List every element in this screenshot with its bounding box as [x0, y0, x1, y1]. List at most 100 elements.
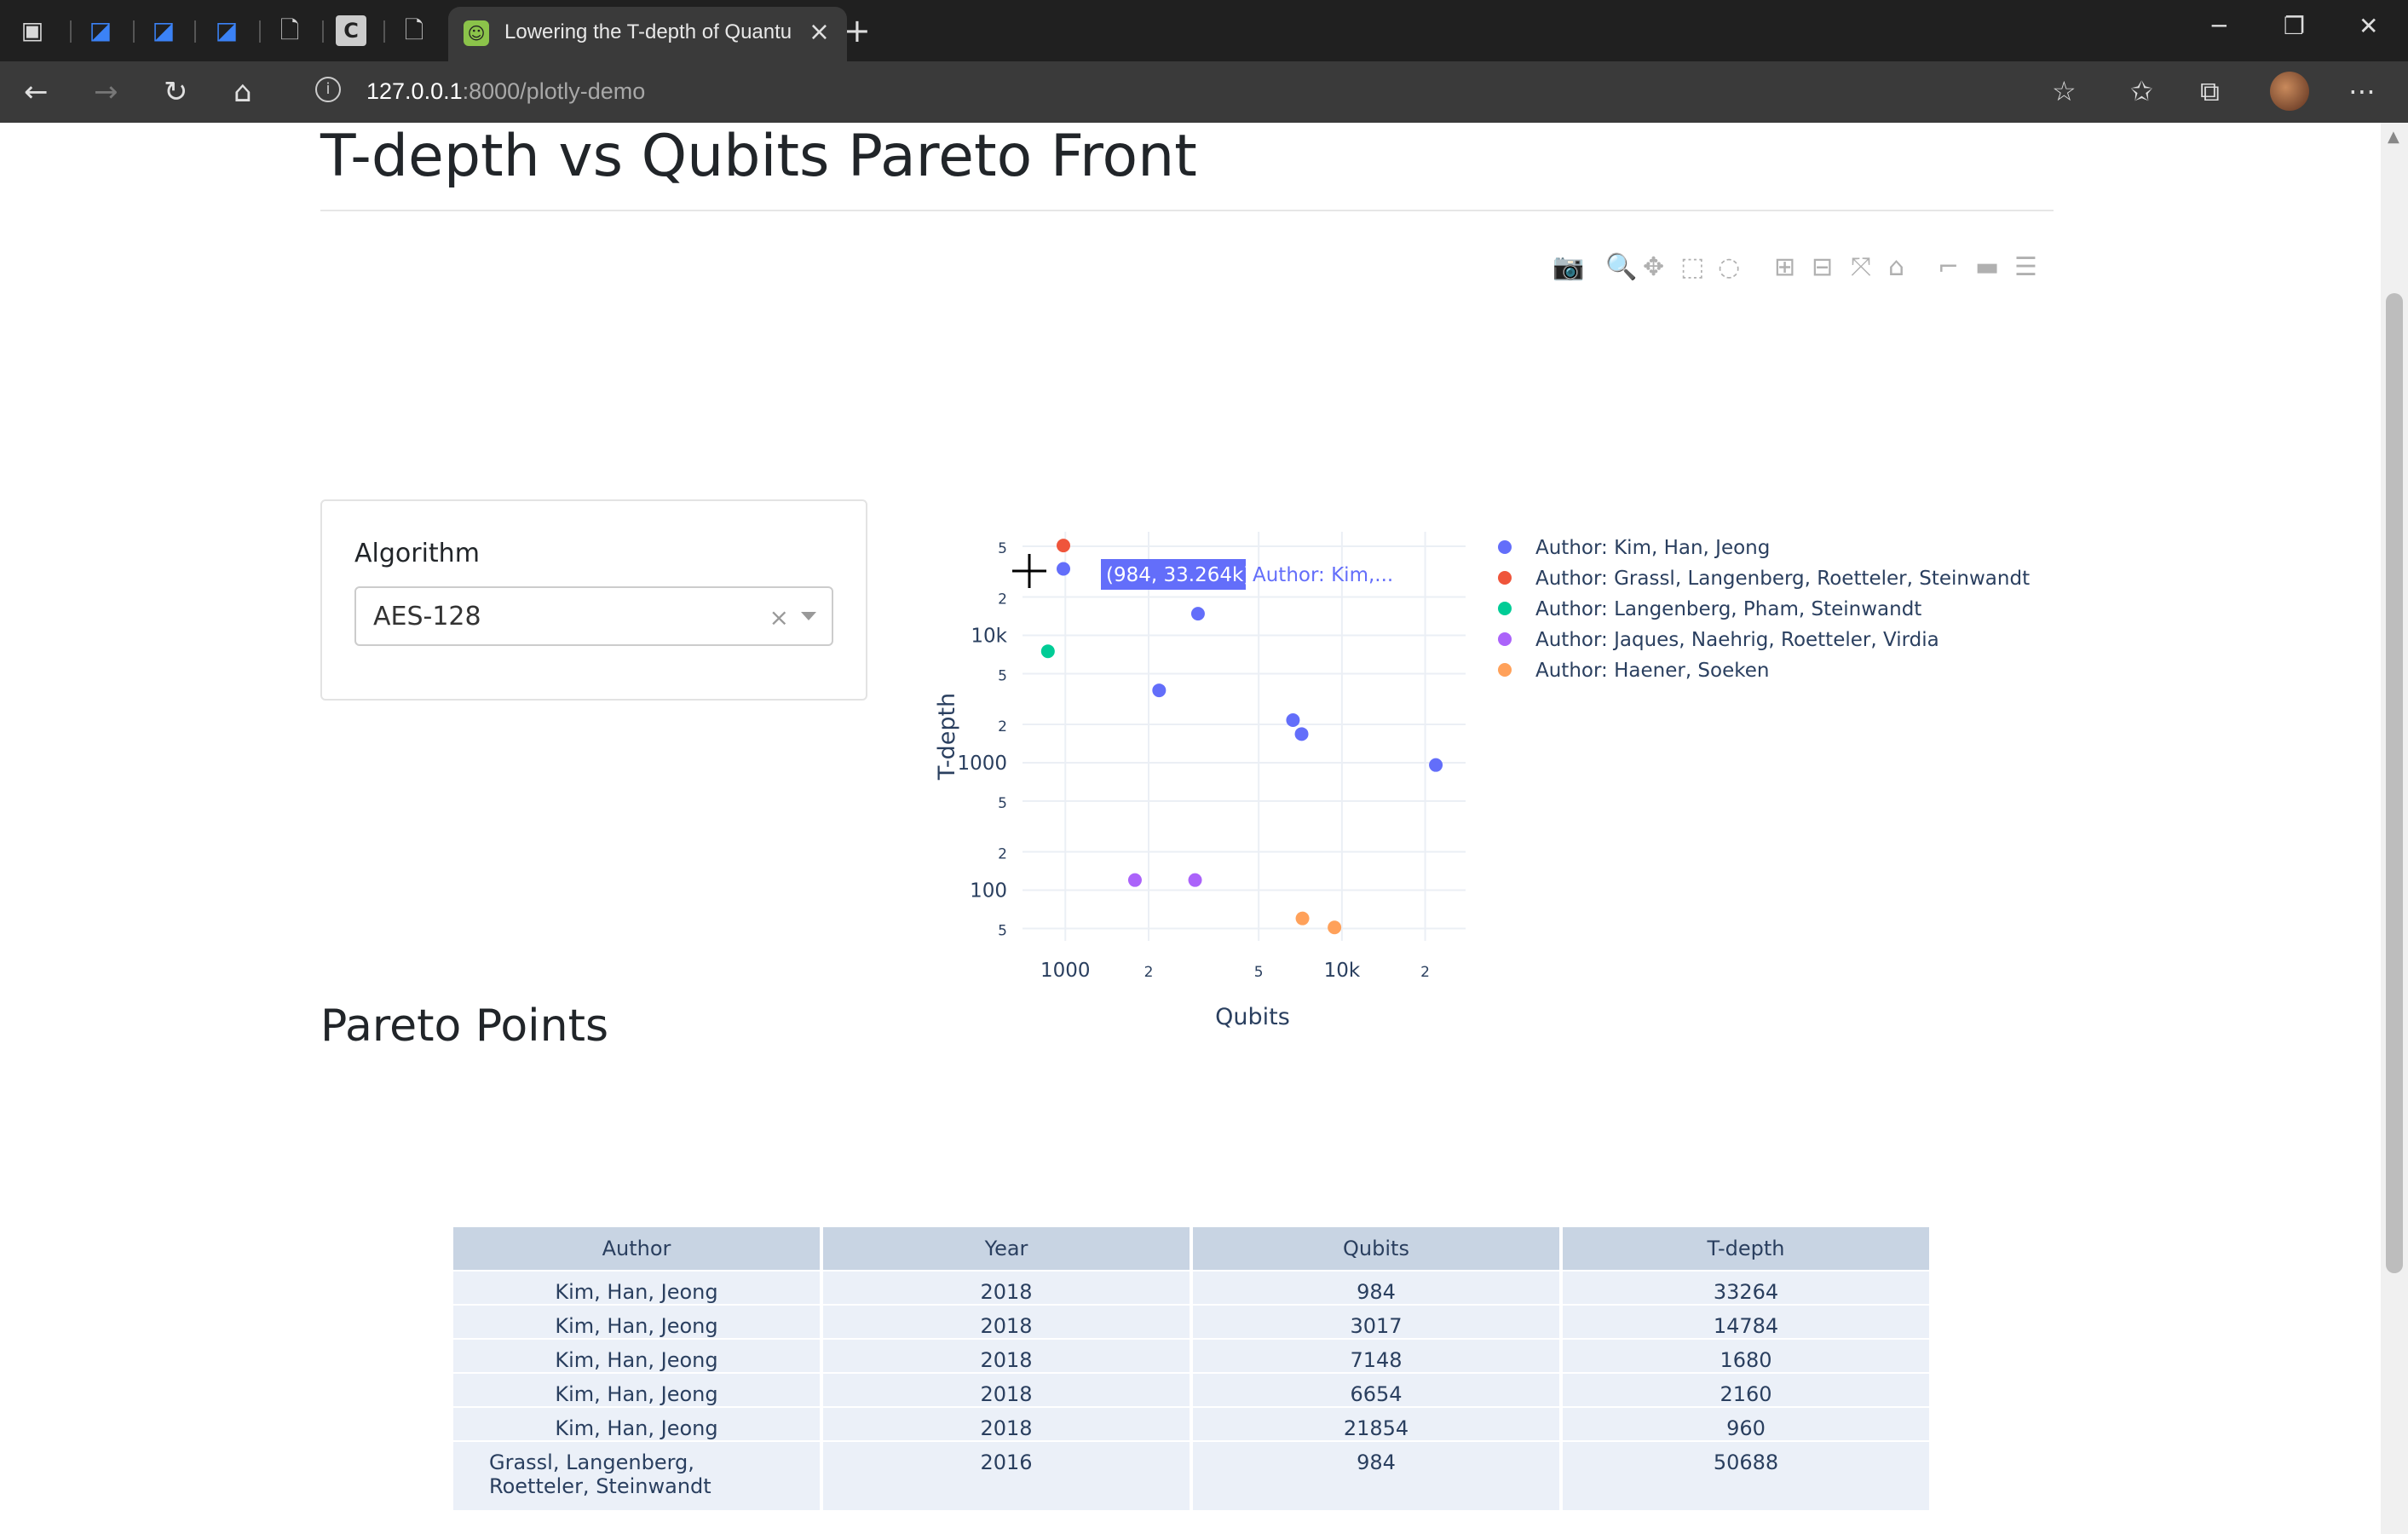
clear-icon[interactable]: × [769, 603, 789, 631]
column-header: Author [453, 1227, 820, 1270]
y-tick-label: 5 [998, 923, 1007, 940]
url-field[interactable]: 127.0.0.1:8000/plotly-demo [366, 78, 645, 105]
table-cell: 2018 [823, 1338, 1190, 1372]
table-cell: 33264 [1563, 1270, 1929, 1304]
autoscale-icon[interactable]: ⤧ [1851, 252, 1871, 282]
site-info-icon[interactable]: i [315, 77, 341, 102]
table-row: Kim, Han, Jeong 2018 7148 1680 [453, 1338, 1929, 1372]
favorites-icon[interactable]: ✩ [2130, 75, 2153, 107]
tab-separator [70, 20, 72, 43]
page-content: T-depth vs Qubits Pareto Front 📷 🔍 ✥ ⬚ ◌… [0, 123, 2381, 1534]
spike-lines-icon[interactable]: ⌐ [1938, 252, 1959, 282]
data-point [1429, 758, 1443, 772]
active-tab[interactable]: ☺ Lowering the T-depth of Quantu × [448, 7, 847, 61]
restore-icon[interactable]: ❐ [2284, 12, 2305, 40]
table-cell: 50688 [1563, 1440, 1929, 1510]
reset-axes-icon[interactable]: ⌂ [1888, 252, 1904, 282]
title-divider [320, 210, 2054, 211]
table-cell: Kim, Han, Jeong [453, 1270, 820, 1304]
azure-tab-icon[interactable]: ◪ [211, 15, 242, 46]
y-tick-label: 5 [998, 668, 1007, 685]
page-tab-icon[interactable]: 🗋 [274, 15, 305, 46]
url-path: :8000/plotly-demo [462, 78, 646, 104]
tab-close-icon[interactable]: × [809, 17, 830, 47]
hover-compare-icon[interactable]: ☰ [2014, 252, 2037, 282]
x-tick-label: 10k [1324, 960, 1361, 982]
hover-label: Author: Kim,... [1253, 564, 1393, 586]
data-point [1040, 644, 1055, 659]
scroll-thumb[interactable] [2386, 293, 2403, 1273]
table-cell: 14784 [1563, 1304, 1929, 1338]
hover-coords: (984, 33.264k) [1106, 564, 1251, 586]
table-cell: 984 [1193, 1270, 1559, 1304]
scroll-up-icon[interactable]: ▲ [2388, 128, 2399, 146]
table-cell: Kim, Han, Jeong [453, 1372, 820, 1406]
reload-icon[interactable]: ↻ [164, 75, 188, 109]
data-point [1328, 920, 1342, 935]
table-cell: 6654 [1193, 1372, 1559, 1406]
x-tick-label: 1000 [1040, 960, 1091, 982]
legend-marker [1498, 540, 1512, 554]
azure-tab-icon[interactable]: ◪ [148, 15, 179, 46]
data-point [1190, 607, 1205, 621]
box-select-icon[interactable]: ⬚ [1680, 252, 1704, 282]
x-tick-label: 2 [1144, 964, 1154, 981]
pan-icon[interactable]: ✥ [1643, 252, 1664, 282]
table-row: Grassl, Langenberg, Roetteler, Steinwand… [453, 1440, 1929, 1510]
pareto-scatter-chart[interactable]: 1000 2 5 10k 2 5 2 10k 5 2 1000 5 2 100 5 Author: Kim,… [920, 378, 2079, 1043]
collections-icon[interactable]: ⧉ [2200, 75, 2220, 108]
table-cell: 2018 [823, 1304, 1190, 1338]
y-axis-label: T-depth [934, 693, 960, 781]
table-row: Kim, Han, Jeong 2018 984 33264 [453, 1270, 1929, 1304]
hover-closest-icon[interactable]: ▬ [1975, 252, 1999, 282]
lasso-select-icon[interactable]: ◌ [1718, 252, 1740, 282]
forward-icon[interactable]: → [94, 75, 118, 109]
y-tick-label: 100 [970, 880, 1007, 903]
page-scrollbar[interactable]: ▲ [2381, 123, 2408, 1534]
add-favorite-icon[interactable]: ☆ [2052, 75, 2077, 107]
algorithm-select[interactable]: AES-128 × [354, 586, 833, 646]
legend-marker [1498, 663, 1512, 677]
x-axis-label: Qubits [1215, 1004, 1290, 1030]
chevron-down-icon[interactable] [801, 612, 816, 620]
url-host: 127.0.0.1 [366, 78, 463, 104]
minimize-icon[interactable]: ─ [2212, 12, 2227, 40]
y-tick-label: 5 [998, 540, 1007, 557]
azure-tab-icon[interactable]: ◪ [85, 15, 116, 46]
zoom-icon[interactable]: 🔍 [1605, 252, 1637, 282]
table-cell: 2016 [823, 1440, 1190, 1510]
legend-entry: Author: Kim, Han, Jeong [1535, 537, 1770, 559]
home-icon[interactable]: ⌂ [233, 75, 252, 109]
zoom-in-icon[interactable]: ⊞ [1774, 252, 1795, 282]
table-cell: Kim, Han, Jeong [453, 1406, 820, 1440]
y-tick-label: 2 [998, 591, 1007, 608]
crosshair-cursor-icon [1012, 554, 1046, 588]
page-tab-icon[interactable]: 🗋 [399, 15, 429, 46]
table-cell: Kim, Han, Jeong [453, 1338, 820, 1372]
table-cell: Kim, Han, Jeong [453, 1304, 820, 1338]
data-point [1057, 562, 1071, 576]
new-tab-icon[interactable]: + [844, 12, 871, 49]
profile-avatar[interactable] [2270, 72, 2309, 111]
data-point [1057, 539, 1071, 553]
more-menu-icon[interactable]: ⋯ [2348, 75, 2376, 107]
legend-marker [1498, 632, 1512, 646]
y-tick-label: 1000 [957, 753, 1007, 775]
camera-icon[interactable]: 📷 [1553, 252, 1584, 282]
table-row: Kim, Han, Jeong 2018 6654 2160 [453, 1372, 1929, 1406]
x-tick-label: 5 [1254, 964, 1264, 981]
y-tick-label: 5 [998, 795, 1007, 812]
back-icon[interactable]: ← [24, 75, 49, 109]
window-close-icon[interactable]: ✕ [2359, 12, 2378, 40]
data-point [1127, 873, 1142, 887]
table-cell: 2018 [823, 1372, 1190, 1406]
table-cell: 2018 [823, 1406, 1190, 1440]
active-tab-title: Lowering the T-depth of Quantu [504, 20, 792, 43]
legend-marker [1498, 602, 1512, 615]
legend-entry: Author: Grassl, Langenberg, Roetteler, S… [1535, 568, 2030, 590]
address-bar: ← → ↻ ⌂ i 127.0.0.1:8000/plotly-demo ☆ ✩… [0, 61, 2408, 123]
zoom-out-icon[interactable]: ⊟ [1812, 252, 1833, 282]
data-point [1294, 727, 1309, 741]
c-tab-icon[interactable]: C [336, 15, 366, 46]
sidebar-toggle-icon[interactable]: ▣ [17, 15, 48, 46]
